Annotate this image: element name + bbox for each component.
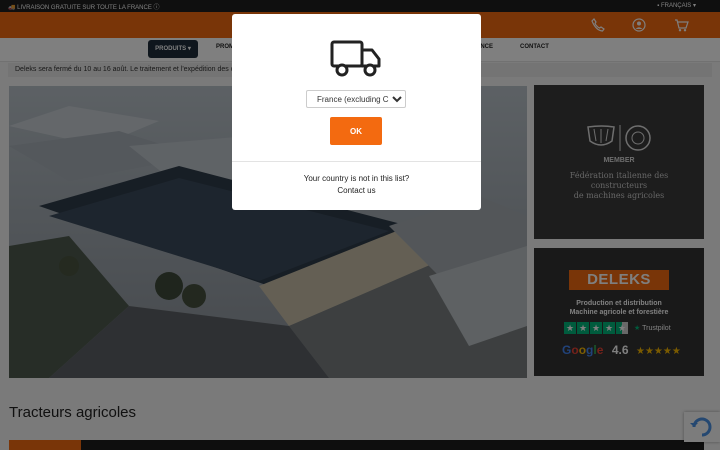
truck-icon (330, 40, 381, 77)
modal-divider (232, 161, 481, 162)
country-selection-modal: France (excluding CORS OK Your country i… (232, 14, 481, 210)
country-not-listed-text: Your country is not in this list? (303, 174, 410, 183)
contact-us-link[interactable]: Contact us (232, 186, 481, 195)
ok-button[interactable]: OK (330, 117, 382, 145)
country-select[interactable]: France (excluding CORS (306, 90, 406, 108)
